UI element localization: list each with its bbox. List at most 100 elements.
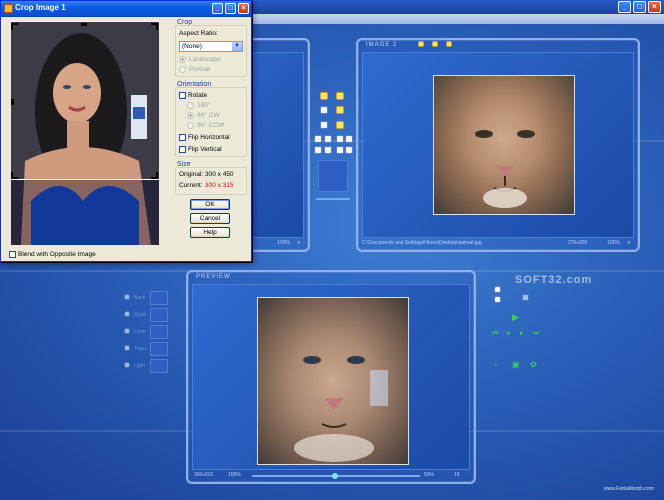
show-image2-checkbox[interactable]: [494, 296, 501, 303]
effect-trans-label: Trans: [134, 346, 147, 352]
rotate-90cw-radio[interactable]: [187, 112, 194, 119]
previous-frame-icon[interactable]: ◂: [506, 329, 510, 338]
blend-label: Blend with Opposite Image: [18, 251, 96, 258]
current-value: 300 x 315: [205, 182, 234, 189]
footer-url[interactable]: www.FantaMorph.com: [604, 486, 654, 492]
original-value: 300 x 450: [205, 171, 234, 178]
current-label: Current:: [179, 182, 203, 189]
hand-icon[interactable]: [432, 41, 438, 47]
effect-back-swatch[interactable]: [150, 291, 168, 305]
pointer-icon[interactable]: [418, 41, 424, 47]
crop-top-edge[interactable]: [11, 21, 159, 22]
ok-button[interactable]: OK: [190, 199, 230, 210]
crop-handle-top-right[interactable]: [151, 23, 158, 30]
crop-handle-bottom-right[interactable]: [151, 172, 158, 179]
flip-horizontal-checkbox[interactable]: [179, 134, 186, 141]
crop-image-canvas[interactable]: [11, 21, 159, 245]
preview-title: PREVIEW: [196, 274, 231, 280]
home-icon[interactable]: ⌂: [494, 360, 498, 369]
link-lines-icon[interactable]: [345, 135, 353, 143]
crop-outside-shade: [11, 179, 159, 245]
timeline-slider-thumb[interactable]: [332, 473, 338, 479]
crop-handle-left-mid[interactable]: [11, 99, 14, 105]
remove-point-icon[interactable]: [320, 121, 328, 129]
effect-light-swatch[interactable]: [150, 359, 168, 373]
preview-dimensions: 300x315: [194, 472, 214, 478]
flip-horizontal-label: Flip Horizontal: [188, 134, 230, 141]
chevron-down-icon[interactable]: ▼: [232, 42, 242, 51]
last-frame-icon[interactable]: ⏭: [533, 329, 539, 338]
filter-icon[interactable]: [446, 41, 452, 47]
aspect-ratio-value: (None): [182, 43, 202, 50]
morph-preview-photo: [257, 297, 409, 465]
zoom-out-icon[interactable]: [336, 121, 344, 129]
image2-panel: IMAGE 2 C:\Documents and Settings\Heros\…: [356, 38, 640, 252]
aspect-ratio-label: Aspect Ratio:: [179, 30, 218, 37]
image2-path: C:\Documents and Settings\Heros\Desktop\…: [362, 240, 482, 246]
app-title-bar: _ □ ×: [250, 0, 664, 14]
first-frame-icon[interactable]: ⏮: [492, 329, 498, 338]
effect-color-swatch[interactable]: [150, 325, 168, 339]
dialog-minimize-button[interactable]: _: [212, 3, 223, 14]
cougar-photo: [433, 75, 575, 215]
effect-light-checkbox[interactable]: [124, 362, 130, 368]
effect-trans-swatch[interactable]: [150, 342, 168, 356]
show-lines-icon[interactable]: [336, 135, 344, 143]
maximize-button[interactable]: □: [633, 1, 646, 13]
navigator-slider[interactable]: [316, 198, 350, 200]
preview-zoom: 100%: [228, 472, 241, 478]
effect-trans-checkbox[interactable]: [124, 345, 130, 351]
image1-zoom: 100%: [277, 240, 290, 246]
settings-icon[interactable]: ✿: [530, 360, 537, 369]
close-button[interactable]: ×: [648, 1, 661, 13]
dialog-maximize-button[interactable]: □: [225, 3, 236, 14]
pointer-tool-icon[interactable]: [320, 92, 328, 100]
fit-icon[interactable]: ▣: [512, 360, 520, 369]
crop-handle-bottom-left[interactable]: [11, 172, 18, 179]
effect-back-checkbox[interactable]: [124, 294, 130, 300]
crop-bottom-edge[interactable]: [11, 179, 159, 180]
blend-checkbox[interactable]: [9, 251, 16, 258]
image2-status-bar: C:\Documents and Settings\Heros\Desktop\…: [362, 240, 634, 248]
preview-canvas: [192, 284, 470, 470]
effect-mask-checkbox[interactable]: [124, 311, 130, 317]
dialog-close-button[interactable]: ×: [238, 3, 249, 14]
morph-face-icon: [294, 356, 388, 462]
add-point-icon[interactable]: [320, 106, 328, 114]
show-grid-icon[interactable]: [314, 146, 322, 154]
rotate-90ccw-label: 90° CCW: [197, 122, 225, 129]
link-points-icon[interactable]: [324, 135, 332, 143]
effect-color-checkbox[interactable]: [124, 328, 130, 334]
rotate-checkbox[interactable]: [179, 92, 186, 99]
crop-handle-top-mid[interactable]: [81, 23, 87, 26]
help-button[interactable]: Help: [190, 227, 230, 238]
image2-zoom: 100%: [607, 240, 620, 246]
rotate-90ccw-radio[interactable]: [187, 122, 194, 129]
timeline-slider[interactable]: [252, 473, 420, 479]
show-image1-checkbox[interactable]: [494, 286, 501, 293]
hand-tool-icon[interactable]: [336, 92, 344, 100]
landscape-label: Landscape: [189, 56, 221, 63]
play-icon[interactable]: ▶: [512, 313, 519, 322]
rotate-180-radio[interactable]: [187, 102, 194, 109]
aspect-ratio-select[interactable]: (None) ▼: [179, 41, 243, 52]
show-guide-icon[interactable]: [336, 146, 344, 154]
cancel-button[interactable]: Cancel: [190, 213, 230, 224]
original-label: Original:: [179, 171, 204, 178]
crop-handle-top-left[interactable]: [11, 23, 18, 30]
zoom-in-icon[interactable]: [336, 106, 344, 114]
flip-vertical-checkbox[interactable]: [179, 146, 186, 153]
show-points-icon[interactable]: [314, 135, 322, 143]
loop-checkbox[interactable]: [522, 294, 529, 301]
swap-icon[interactable]: [345, 146, 353, 154]
next-frame-icon[interactable]: ▸: [520, 329, 524, 338]
landscape-radio[interactable]: [179, 56, 186, 63]
minimize-button[interactable]: _: [618, 1, 631, 13]
preview-panel: PREVIEW 300x315 100% 50% 15: [186, 270, 476, 484]
effect-mask-swatch[interactable]: [150, 308, 168, 322]
zoom-dropdown-icon[interactable]: ▾: [297, 240, 300, 246]
zoom-dropdown-icon[interactable]: ▾: [627, 240, 630, 246]
flip-icon[interactable]: [324, 146, 332, 154]
navigator-thumbnail[interactable]: [318, 160, 348, 192]
portrait-radio[interactable]: [179, 66, 186, 73]
